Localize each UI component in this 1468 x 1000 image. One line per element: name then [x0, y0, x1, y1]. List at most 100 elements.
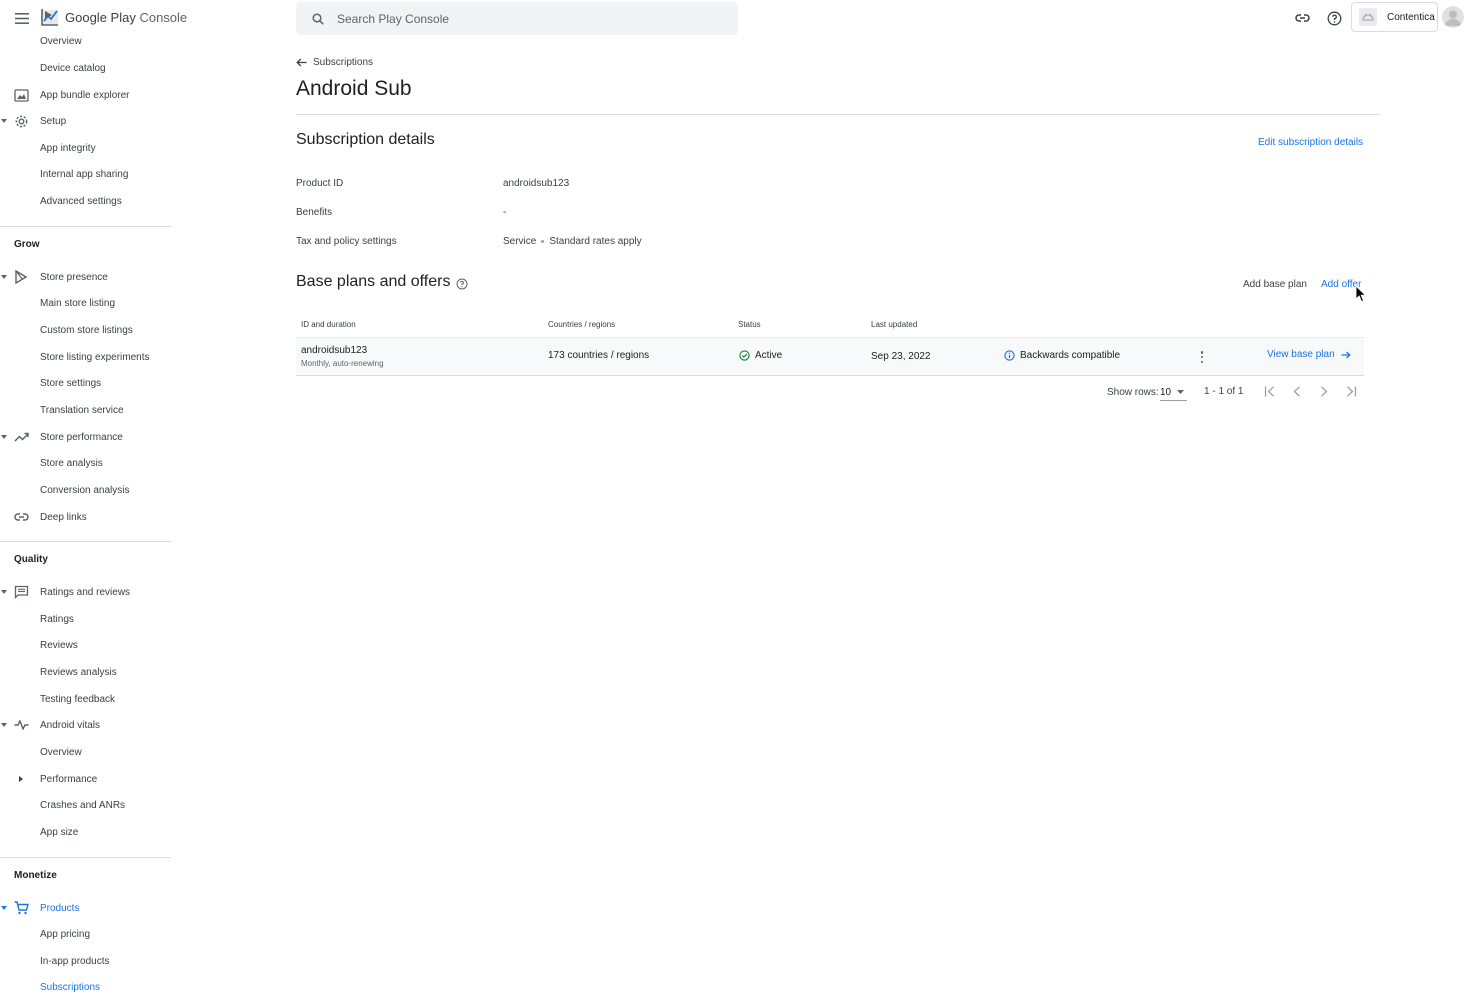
- separator-dot: [541, 239, 545, 243]
- sidebar-item-deep-links[interactable]: Deep links: [0, 506, 171, 528]
- sidebar-item-app-bundle-explorer[interactable]: App bundle explorer: [0, 84, 171, 106]
- sidebar-item-reviews[interactable]: Reviews: [0, 634, 171, 656]
- reviews-icon: [13, 584, 29, 600]
- sidebar-item-label: Testing feedback: [40, 693, 116, 705]
- sidebar-item-in-app-products[interactable]: In-app products: [0, 950, 171, 972]
- sidebar-item-advanced-settings[interactable]: Advanced settings: [0, 190, 171, 212]
- sidebar-item-overview[interactable]: Overview: [0, 30, 171, 52]
- sidebar-item-label: Crashes and ANRs: [40, 799, 126, 811]
- sidebar-item-main-store-listing[interactable]: Main store listing: [0, 292, 171, 314]
- sidebar-item-setup[interactable]: Setup: [0, 110, 171, 132]
- caret-down-icon: [1, 435, 7, 439]
- base-plan-duration: Monthly, auto-renewing: [301, 359, 384, 368]
- arrow-back-icon: [296, 58, 307, 67]
- sidebar-item-label: App bundle explorer: [40, 89, 130, 101]
- sidebar-item-label: App pricing: [40, 928, 91, 940]
- sidebar-item-testing-feedback[interactable]: Testing feedback: [0, 688, 171, 710]
- sidebar-item-label: Custom store listings: [40, 324, 133, 336]
- edit-subscription-details-button[interactable]: Edit subscription details: [1258, 137, 1363, 148]
- sidebar-item-vitals-overview[interactable]: Overview: [0, 741, 171, 763]
- view-base-plan-label: View base plan: [1267, 349, 1335, 360]
- sidebar-item-translation-service[interactable]: Translation service: [0, 399, 171, 421]
- sidebar-item-performance[interactable]: Performance: [0, 768, 171, 790]
- sidebar-item-ratings[interactable]: Ratings: [0, 608, 171, 630]
- show-rows-label: Show rows:: [1107, 387, 1159, 398]
- account-name: Contentica: [1387, 11, 1435, 23]
- rows-per-page-select[interactable]: 10: [1160, 384, 1187, 401]
- top-bar: Google Play Console Contentica: [0, 0, 1468, 36]
- view-base-plan-link[interactable]: View base plan: [1267, 349, 1351, 360]
- hamburger-menu-icon[interactable]: [12, 8, 32, 28]
- sidebar-item-label: Reviews analysis: [40, 666, 117, 678]
- column-header-regions: Countries / regions: [548, 320, 616, 329]
- breadcrumb-label: Subscriptions: [313, 57, 374, 68]
- caret-down-icon: [1, 906, 7, 910]
- sidebar-item-crashes-and-anrs[interactable]: Crashes and ANRs: [0, 794, 171, 816]
- check-circle-icon: [739, 350, 750, 361]
- sidebar-item-label: Store analysis: [40, 457, 103, 469]
- page-title: Android Sub: [296, 77, 412, 100]
- more-vert-icon[interactable]: [1198, 350, 1206, 364]
- help-icon[interactable]: [1324, 8, 1344, 28]
- product-id-label: Product ID: [296, 178, 344, 189]
- search-bar[interactable]: [296, 2, 738, 35]
- play-store-icon: [13, 269, 29, 285]
- column-header-id: ID and duration: [301, 320, 356, 329]
- sidebar-item-label: Store presence: [40, 271, 108, 283]
- table-row[interactable]: androidsub123 Monthly, auto-renewing 173…: [296, 337, 1364, 376]
- sidebar-item-label: Overview: [40, 35, 82, 47]
- sidebar-item-custom-store-listings[interactable]: Custom store listings: [0, 319, 171, 341]
- link-icon: [13, 509, 29, 525]
- sidebar-item-store-settings[interactable]: Store settings: [0, 372, 171, 394]
- title-divider: [296, 114, 1380, 115]
- search-icon: [312, 12, 324, 25]
- previous-page-icon[interactable]: [1289, 383, 1305, 399]
- sidebar-item-internal-app-sharing[interactable]: Internal app sharing: [0, 163, 171, 185]
- link-icon[interactable]: [1292, 8, 1312, 28]
- sidebar-item-app-pricing[interactable]: App pricing: [0, 923, 171, 945]
- sidebar-item-label: Products: [40, 902, 80, 914]
- sidebar-item-store-analysis[interactable]: Store analysis: [0, 452, 171, 474]
- sidebar-item-ratings-and-reviews[interactable]: Ratings and reviews: [0, 581, 171, 603]
- add-base-plan-button[interactable]: Add base plan: [1243, 279, 1307, 290]
- sidebar-item-store-presence[interactable]: Store presence: [0, 266, 171, 288]
- sidebar-item-store-listing-experiments[interactable]: Store listing experiments: [0, 346, 171, 368]
- sidebar-item-subscriptions[interactable]: Subscriptions: [0, 976, 171, 998]
- first-page-icon[interactable]: [1262, 383, 1278, 399]
- column-header-status: Status: [738, 320, 761, 329]
- sidebar-item-app-integrity[interactable]: App integrity: [0, 137, 171, 159]
- sidebar-item-label: App integrity: [40, 142, 96, 154]
- sidebar-item-products[interactable]: Products: [0, 897, 171, 919]
- breadcrumb-back-link[interactable]: Subscriptions: [296, 57, 373, 68]
- trending-up-icon: [13, 429, 29, 445]
- next-page-icon[interactable]: [1316, 383, 1332, 399]
- last-page-icon[interactable]: [1343, 383, 1359, 399]
- sidebar-item-reviews-analysis[interactable]: Reviews analysis: [0, 661, 171, 683]
- sidebar-item-app-size[interactable]: App size: [0, 821, 171, 843]
- sidebar-item-label: Store listing experiments: [40, 351, 150, 363]
- sidebar-item-label: Ratings and reviews: [40, 586, 131, 598]
- tax-rate: Standard rates apply: [549, 236, 642, 247]
- play-console-logo[interactable]: Google Play Console: [40, 7, 187, 27]
- info-icon: [1004, 350, 1015, 361]
- base-plan-last-updated: Sep 23, 2022: [871, 351, 931, 362]
- backwards-compatible-badge: Backwards compatible: [1004, 350, 1120, 361]
- sidebar-item-label: App size: [40, 826, 79, 838]
- pagination-range: 1 - 1 of 1: [1204, 386, 1244, 397]
- sidebar-item-device-catalog[interactable]: Device catalog: [0, 57, 171, 79]
- sidebar-item-label: Advanced settings: [40, 195, 122, 207]
- developer-account-chip[interactable]: Contentica: [1351, 2, 1438, 32]
- help-circle-icon[interactable]: [456, 278, 468, 290]
- sidebar-divider: [0, 541, 171, 542]
- search-input[interactable]: [337, 11, 717, 26]
- logo-text: Google Play Console: [65, 9, 188, 25]
- caret-down-icon: [1, 723, 7, 727]
- sidebar-item-store-performance[interactable]: Store performance: [0, 426, 171, 448]
- vitals-pulse-icon: [13, 717, 29, 733]
- sidebar-item-android-vitals[interactable]: Android vitals: [0, 714, 171, 736]
- column-header-last-updated: Last updated: [871, 320, 918, 329]
- sidebar-item-conversion-analysis[interactable]: Conversion analysis: [0, 479, 171, 501]
- shopping-cart-icon: [13, 900, 29, 916]
- status-text: Active: [755, 350, 783, 361]
- user-avatar[interactable]: [1442, 6, 1464, 28]
